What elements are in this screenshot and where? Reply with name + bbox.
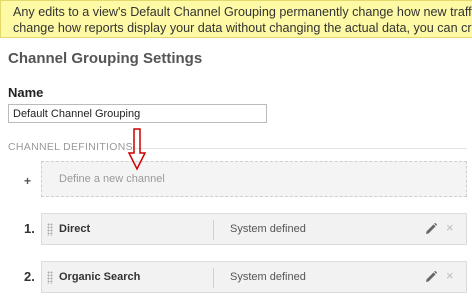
define-new-channel-label: Define a new channel [59, 173, 165, 185]
warning-line-1: Any edits to a view's Default Channel Gr… [13, 5, 472, 19]
drag-handle-icon[interactable] [47, 223, 53, 236]
page-title: Channel Grouping Settings [8, 50, 203, 67]
drag-handle-icon[interactable] [47, 271, 53, 284]
edit-warning-banner: Any edits to a view's Default Channel Gr… [0, 0, 472, 38]
channel-index: 1. [24, 221, 35, 236]
channel-type: System defined [230, 271, 306, 283]
channel-row-direct[interactable]: Direct System defined × [41, 213, 467, 245]
name-label: Name [8, 85, 44, 100]
channel-index: 2. [24, 269, 35, 284]
close-icon[interactable]: × [446, 268, 454, 283]
section-divider [132, 148, 467, 149]
annotation-down-arrow-icon [127, 128, 147, 171]
channel-name: Organic Search [59, 271, 141, 283]
warning-line-2: change how reports display your data wit… [13, 21, 472, 35]
pencil-icon[interactable] [425, 271, 437, 283]
define-new-channel-button[interactable]: Define a new channel [41, 161, 467, 197]
pencil-icon[interactable] [425, 223, 437, 235]
name-input[interactable] [8, 104, 267, 123]
close-icon[interactable]: × [446, 220, 454, 235]
column-divider [213, 268, 214, 288]
channel-row-organic-search[interactable]: Organic Search System defined × [41, 261, 467, 293]
add-channel-plus-icon[interactable]: + [24, 174, 31, 188]
column-divider [213, 220, 214, 240]
channel-type: System defined [230, 223, 306, 235]
channel-definitions-heading: CHANNEL DEFINITIONS [8, 141, 133, 153]
channel-name: Direct [59, 223, 91, 235]
